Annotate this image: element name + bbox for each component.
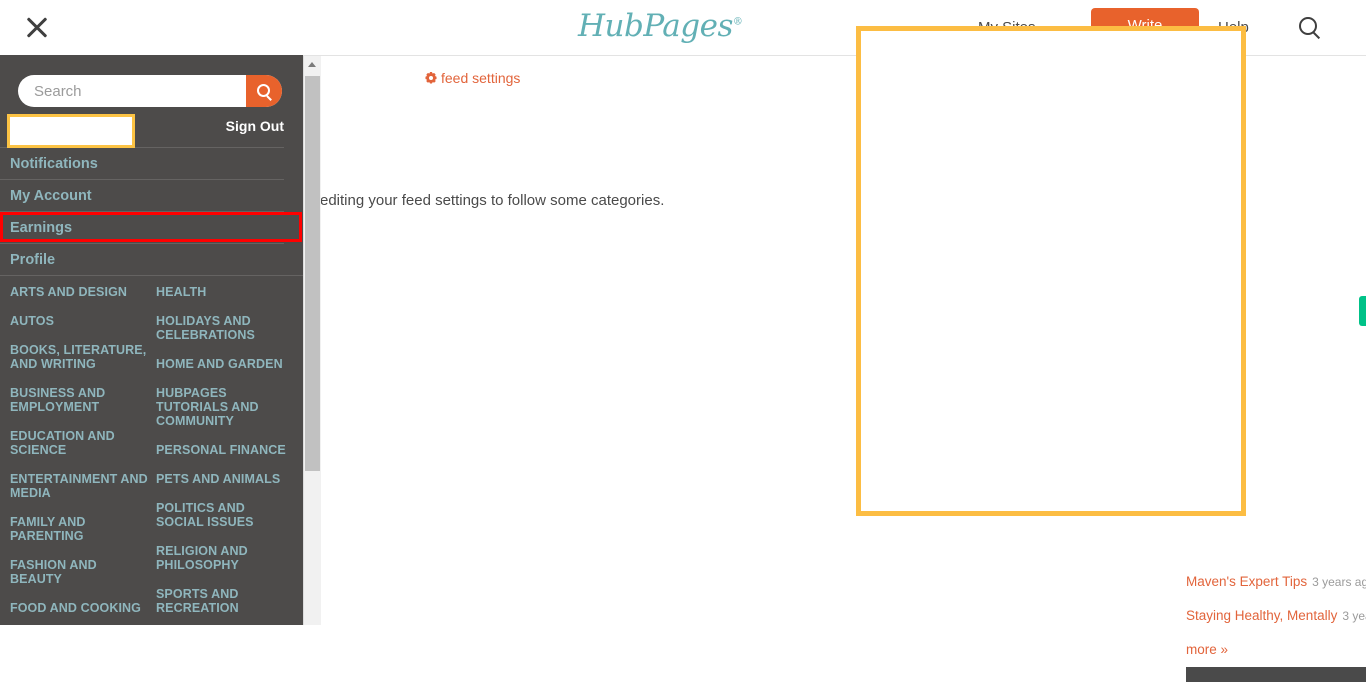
- feed-rail: Maven's Expert Tips 3 years ago Staying H…: [1186, 574, 1366, 657]
- category-link[interactable]: HOLIDAYS AND CELEBRATIONS: [156, 314, 296, 342]
- category-link[interactable]: ENTERTAINMENT AND MEDIA: [10, 472, 150, 500]
- drawer-item-label: My Account: [10, 188, 92, 204]
- drawer-item-label: Notifications: [10, 156, 98, 172]
- category-link[interactable]: SPORTS AND RECREATION: [156, 587, 296, 615]
- scrollbar-thumb[interactable]: [305, 76, 320, 471]
- rail-item-time: 3 years ago: [1342, 609, 1366, 623]
- category-link[interactable]: AUTOS: [10, 314, 150, 328]
- list-item[interactable]: Staying Healthy, Mentally 3 years ago: [1186, 608, 1366, 623]
- scroll-up-arrow-icon[interactable]: [304, 56, 321, 73]
- category-link[interactable]: PETS AND ANIMALS: [156, 472, 296, 486]
- category-link[interactable]: FASHION AND BEAUTY: [10, 558, 150, 586]
- gear-icon: [425, 72, 437, 84]
- category-link[interactable]: HEALTH: [156, 285, 296, 299]
- search-icon-handle: [266, 95, 272, 101]
- rail-item-title[interactable]: Staying Healthy, Mentally: [1186, 608, 1337, 623]
- category-link[interactable]: BOOKS, LITERATURE, AND WRITING: [10, 343, 150, 371]
- category-link[interactable]: HOME AND GARDEN: [156, 357, 296, 371]
- drawer-search: [18, 75, 282, 107]
- drawer-item-notifications[interactable]: Notifications: [0, 147, 284, 179]
- rail-item-title[interactable]: Maven's Expert Tips: [1186, 574, 1307, 589]
- category-link[interactable]: FOOD AND COOKING: [10, 601, 150, 615]
- close-icon[interactable]: [22, 12, 52, 42]
- search-icon-handle: [1312, 31, 1321, 40]
- category-link[interactable]: HUBPAGES TUTORIALS AND COMMUNITY: [156, 386, 296, 428]
- category-grid: ARTS AND DESIGN AUTOS BOOKS, LITERATURE,…: [0, 275, 303, 615]
- sign-out-link[interactable]: Sign Out: [226, 118, 284, 134]
- side-feedback-tab[interactable]: [1359, 296, 1366, 326]
- registered-mark: ®: [732, 16, 743, 28]
- category-link[interactable]: ARTS AND DESIGN: [10, 285, 150, 299]
- category-link[interactable]: EDUCATION AND SCIENCE: [10, 429, 150, 457]
- hubpages-logo[interactable]: HubPages®: [578, 8, 743, 44]
- annotation-highlight-earnings: [0, 212, 302, 242]
- search-icon[interactable]: [1298, 16, 1322, 40]
- drawer-item-my-account[interactable]: My Account: [0, 179, 284, 211]
- category-link[interactable]: POLITICS AND SOCIAL ISSUES: [156, 501, 296, 529]
- search-submit-button[interactable]: [246, 75, 282, 107]
- category-link[interactable]: FAMILY AND PARENTING: [10, 515, 150, 543]
- rail-item-time: 3 years ago: [1312, 575, 1366, 589]
- feed-settings-label: feed settings: [441, 70, 521, 86]
- category-link[interactable]: BUSINESS AND EMPLOYMENT: [10, 386, 150, 414]
- annotation-redaction-panel: [856, 26, 1246, 516]
- drawer-scrollbar[interactable]: [303, 56, 321, 625]
- brand-text: HubPages: [578, 8, 733, 44]
- ad-placeholder-bar: [1186, 667, 1366, 682]
- feed-settings-link[interactable]: feed settings: [425, 70, 520, 86]
- search-input[interactable]: [18, 75, 246, 107]
- rail-more-link[interactable]: more »: [1186, 642, 1366, 657]
- annotation-redaction-box: [7, 114, 135, 148]
- category-column-right: HEALTH HOLIDAYS AND CELEBRATIONS HOME AN…: [156, 285, 296, 625]
- list-item[interactable]: Maven's Expert Tips 3 years ago: [1186, 574, 1366, 589]
- category-column-left: ARTS AND DESIGN AUTOS BOOKS, LITERATURE,…: [10, 285, 150, 625]
- category-link[interactable]: PERSONAL FINANCE: [156, 443, 296, 457]
- category-link[interactable]: RELIGION AND PHILOSOPHY: [156, 544, 296, 572]
- drawer-item-profile[interactable]: Profile: [0, 243, 284, 275]
- drawer-item-label: Profile: [10, 252, 56, 268]
